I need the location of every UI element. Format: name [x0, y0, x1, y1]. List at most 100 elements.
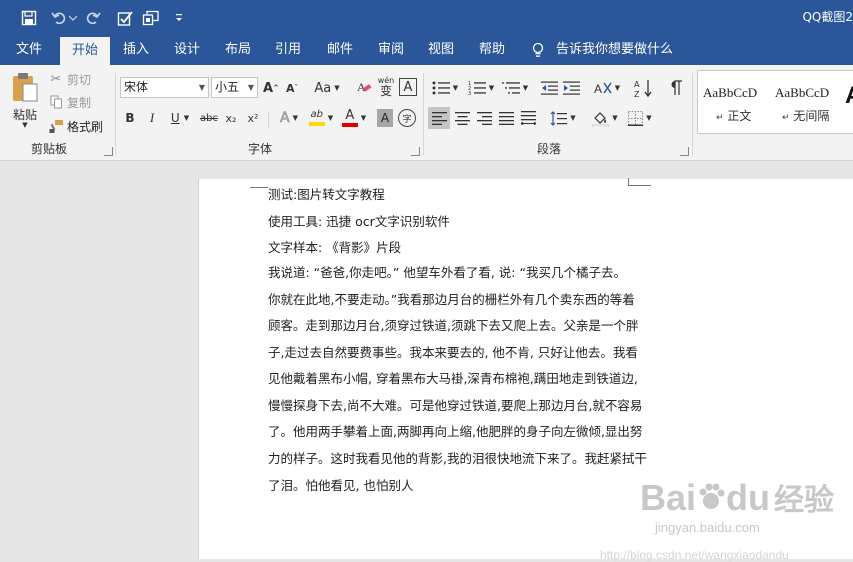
- chevron-down-icon: ▼: [646, 114, 652, 122]
- font-color-button[interactable]: A ▼: [340, 107, 368, 129]
- line-spacing-icon: [550, 110, 568, 126]
- shrink-font-icon[interactable]: Aˇ: [284, 79, 300, 97]
- phonetic-guide-char: 变: [379, 84, 392, 98]
- tell-me-box[interactable]: 告诉我你想要做什么: [556, 35, 676, 65]
- multilevel-list-button[interactable]: ▼: [500, 79, 530, 97]
- svg-text:A: A: [594, 82, 602, 96]
- distributed-icon[interactable]: [517, 107, 539, 129]
- decrease-indent-icon[interactable]: [540, 79, 558, 97]
- style-sample: AaBbCcD: [703, 85, 758, 100]
- chevron-down-icon: ▼: [488, 84, 495, 92]
- font-size-combo[interactable]: 小五 ▼: [211, 77, 258, 98]
- tab-layout[interactable]: 布局: [215, 35, 261, 65]
- ribbon-tabs: 文件 开始 插入 设计 布局 引用 邮件 审阅 视图 帮助 告诉我你想要做什么: [0, 35, 853, 65]
- save-icon[interactable]: [16, 0, 42, 35]
- text-effects-button[interactable]: A ▼: [276, 109, 302, 127]
- enclose-characters-button[interactable]: 字: [398, 109, 416, 127]
- chevron-down-icon: ▼: [614, 84, 621, 92]
- superscript-button[interactable]: x²: [245, 109, 261, 127]
- subscript-button[interactable]: x₂: [223, 109, 239, 127]
- italic-button[interactable]: I: [145, 109, 159, 127]
- style-no-spacing[interactable]: AaBbCcD ↵ 无间隔: [770, 71, 844, 133]
- chevron-down-icon: ▼: [327, 114, 334, 122]
- baidu-watermark: Bai du 经验: [640, 478, 834, 521]
- group-divider: [115, 73, 116, 155]
- highlight-button[interactable]: ab ▼: [307, 107, 335, 129]
- phonetic-guide-button[interactable]: wén 变: [376, 75, 396, 97]
- lightbulb-icon[interactable]: [530, 35, 546, 65]
- tab-home[interactable]: 开始: [60, 37, 110, 65]
- paragraph-launcher-icon[interactable]: [680, 147, 689, 156]
- customize-qat-icon[interactable]: [166, 0, 192, 35]
- paste-dropdown-icon[interactable]: ▼: [19, 121, 31, 129]
- tab-help[interactable]: 帮助: [469, 35, 515, 65]
- character-border-button[interactable]: A: [399, 78, 417, 96]
- chinese-layout-icon: A: [594, 82, 612, 96]
- window-title: QQ截图2: [802, 10, 853, 24]
- cut-button[interactable]: ✂ 剪切: [48, 71, 91, 87]
- numbering-button[interactable]: 123 ▼: [466, 79, 496, 97]
- align-right-icon[interactable]: [473, 107, 495, 129]
- copy-button[interactable]: 复制: [48, 94, 91, 110]
- strikethrough-button[interactable]: abc: [200, 109, 218, 127]
- undo-dropdown-icon[interactable]: [66, 0, 80, 35]
- svg-text:Z: Z: [634, 90, 640, 98]
- touch-mode-icon[interactable]: [138, 0, 164, 35]
- paragraph-group-label: 段落: [537, 142, 562, 156]
- title-bar: QQ截图2: [0, 0, 853, 35]
- format-painter-label: 格式刷: [67, 119, 104, 134]
- align-left-icon[interactable]: [428, 107, 450, 129]
- format-painter-button[interactable]: 格式刷: [48, 117, 103, 135]
- underline-button[interactable]: U ▼: [167, 109, 193, 127]
- chevron-down-icon: ▼: [247, 83, 254, 92]
- font-launcher-icon[interactable]: [411, 147, 420, 156]
- chevron-down-icon: ▼: [183, 114, 190, 122]
- document-line: 顾客。走到那边月台,须穿过铁道,须跳下去又爬上去。父亲是一个胖: [268, 318, 639, 333]
- tab-view[interactable]: 视图: [418, 35, 464, 65]
- character-shading-button[interactable]: A: [377, 109, 393, 127]
- chevron-down-icon: ▼: [612, 114, 618, 122]
- borders-button[interactable]: ▼: [625, 107, 655, 129]
- paw-icon: [696, 480, 726, 510]
- clear-formatting-icon[interactable]: A: [355, 78, 373, 96]
- tab-insert[interactable]: 插入: [113, 35, 159, 65]
- align-center-icon[interactable]: [451, 107, 473, 129]
- tab-design[interactable]: 设计: [164, 35, 210, 65]
- group-divider: [692, 73, 693, 155]
- sort-icon[interactable]: AZ: [633, 77, 655, 99]
- line-spacing-button[interactable]: ▼: [548, 107, 578, 129]
- document-line: 慢慢探身下去,尚不大难。可是他穿过铁道,要爬上那边月台,就不容易: [268, 398, 643, 413]
- justify-icon[interactable]: [495, 107, 517, 129]
- chevron-down-icon: ▼: [570, 114, 576, 122]
- shading-button[interactable]: ▼: [590, 107, 620, 129]
- tab-references[interactable]: 引用: [265, 35, 311, 65]
- tab-mailings[interactable]: 邮件: [317, 35, 363, 65]
- style-normal[interactable]: AaBbCcD ↵ 正文: [698, 71, 770, 133]
- watermark-brand2: du: [726, 477, 771, 518]
- tab-review[interactable]: 审阅: [368, 35, 414, 65]
- paste-icon[interactable]: [8, 71, 42, 105]
- bullets-button[interactable]: ▼: [430, 79, 460, 97]
- spelling-check-icon[interactable]: [112, 0, 138, 35]
- show-hide-marks-icon[interactable]: [668, 77, 686, 97]
- ribbon: 粘贴 ▼ ✂ 剪切 复制 格式刷 剪贴板 宋体 ▼ 小五 ▼ A ^ Aˇ Aa …: [0, 65, 853, 161]
- chevron-down-icon: ▼: [522, 84, 529, 92]
- font-color-label: A: [345, 107, 355, 123]
- increase-indent-icon[interactable]: [562, 79, 580, 97]
- style-name: ↵ 无间隔: [782, 107, 829, 124]
- redo-icon[interactable]: [80, 0, 106, 35]
- tab-file[interactable]: 文件: [6, 35, 52, 65]
- highlight-color-bar: [308, 122, 325, 126]
- change-case-button[interactable]: Aa ▼: [311, 79, 343, 97]
- bold-button[interactable]: B: [123, 109, 137, 127]
- paragraph-mark-icon: ↵: [782, 113, 790, 123]
- clipboard-launcher-icon[interactable]: [104, 147, 113, 156]
- chinese-layout-button[interactable]: A ▼: [592, 79, 622, 97]
- font-name-combo[interactable]: 宋体 ▼: [120, 77, 209, 98]
- copy-icon: [48, 95, 64, 109]
- style-heading-preview[interactable]: A: [845, 85, 853, 107]
- font-color-icon: A: [341, 107, 358, 127]
- svg-text:A: A: [357, 80, 366, 94]
- style-name: ↵ 正文: [716, 107, 751, 124]
- grow-font-icon[interactable]: A ^: [263, 79, 279, 97]
